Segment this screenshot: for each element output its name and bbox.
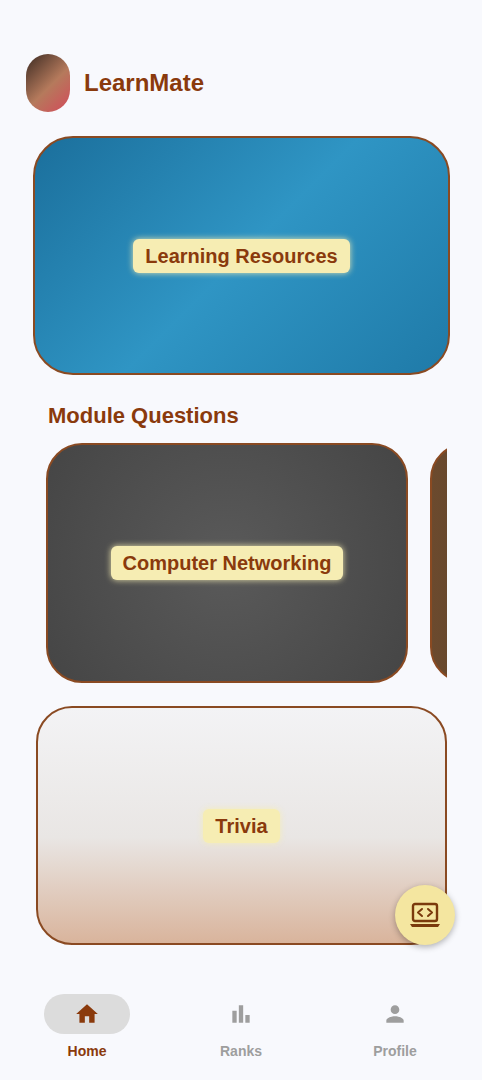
nav-pill — [198, 994, 284, 1034]
module-card[interactable] — [430, 443, 447, 683]
trivia-area: Trivia — [36, 706, 455, 945]
nav-item[interactable]: Ranks — [191, 994, 291, 1060]
module-card[interactable]: Computer Networking — [46, 443, 408, 683]
card-label: Computer Networking — [111, 546, 344, 580]
avatar[interactable] — [26, 54, 70, 112]
app-title: LearnMate — [84, 68, 204, 98]
nav-item[interactable]: Profile — [345, 994, 445, 1060]
nav-label: Profile — [373, 1042, 417, 1060]
module-carousel[interactable]: Computer Networking — [0, 443, 447, 683]
code-fab[interactable] — [395, 885, 455, 945]
nav-pill — [352, 994, 438, 1034]
section-title: Module Questions — [48, 402, 482, 430]
bar-chart-icon — [228, 1001, 254, 1027]
card-label: Learning Resources — [133, 239, 349, 273]
nav-label: Ranks — [220, 1042, 262, 1060]
nav-item[interactable]: Home — [37, 994, 137, 1060]
trivia-card[interactable]: Trivia — [36, 706, 447, 945]
bottom-nav: Home Ranks Profile — [0, 994, 482, 1080]
app-screen: LearnMate Learning Resources Module Questi… — [0, 0, 482, 1080]
card-label: Trivia — [203, 809, 279, 843]
nav-label: Home — [68, 1042, 107, 1060]
nav-pill — [44, 994, 130, 1034]
learning-resources-card[interactable]: Learning Resources — [33, 136, 450, 375]
code-laptop-icon — [408, 900, 442, 930]
header: LearnMate — [0, 0, 482, 112]
home-icon — [74, 1001, 100, 1027]
person-icon — [382, 1001, 408, 1027]
